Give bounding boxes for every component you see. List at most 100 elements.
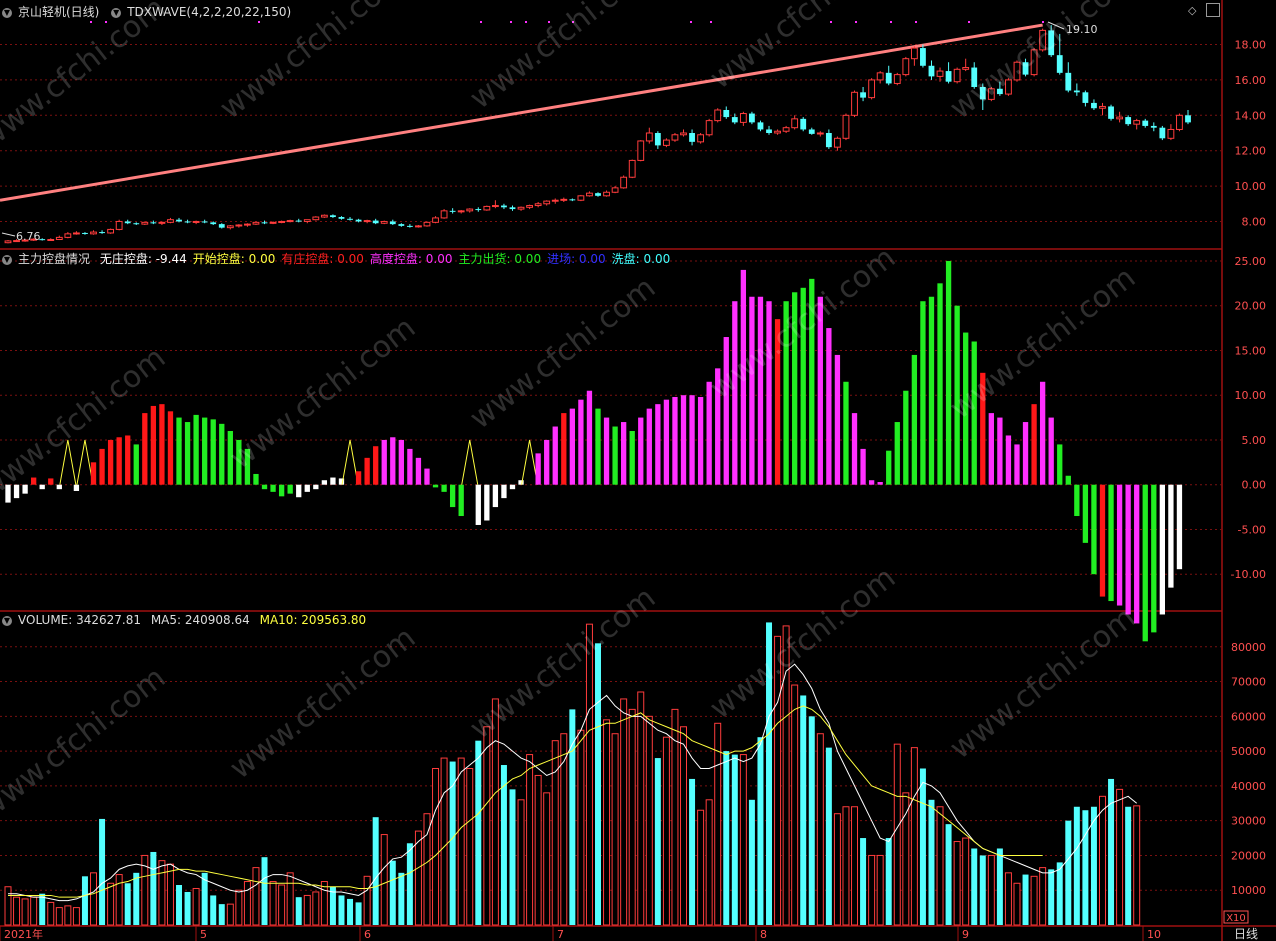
zl-bar bbox=[544, 439, 550, 485]
collapse-icon[interactable]: ▼ bbox=[2, 254, 12, 265]
candle-up bbox=[1099, 105, 1106, 109]
candle-up bbox=[842, 114, 850, 139]
volume-bar-down bbox=[347, 898, 354, 925]
volume-bar-up bbox=[517, 799, 525, 926]
zl-tick: 15.00 bbox=[1235, 344, 1267, 357]
candle-down bbox=[1185, 115, 1191, 123]
volume-bar-up bbox=[47, 901, 55, 926]
zl-bar bbox=[535, 453, 541, 485]
volume-bar-up bbox=[303, 894, 311, 926]
candle-down bbox=[1108, 106, 1114, 119]
zl-bar bbox=[458, 484, 464, 517]
collapse-icon[interactable]: ▼ bbox=[111, 7, 122, 18]
volume-bar-up bbox=[603, 719, 611, 926]
volume-bar-up bbox=[1099, 795, 1106, 926]
volume-bar-up bbox=[252, 867, 260, 926]
candle-down bbox=[218, 224, 225, 228]
signal-marker bbox=[710, 21, 712, 23]
zl-bar bbox=[1108, 484, 1114, 602]
volume-bar-up bbox=[380, 834, 388, 926]
zl-panel-header: ▼ 主力控盘情况 无庄控盘: -9.44 开始控盘: 0.00 有庄控盘: 0.00 高… bbox=[2, 250, 682, 268]
candle-up bbox=[415, 225, 422, 228]
zl-bar bbox=[133, 444, 139, 485]
zl-bar bbox=[176, 417, 182, 485]
volume-bar-down bbox=[389, 860, 396, 925]
vol-tick: 60000 bbox=[1231, 710, 1266, 723]
zl-bar bbox=[1091, 484, 1097, 575]
zl-bar bbox=[988, 413, 994, 485]
zl-bar bbox=[261, 484, 268, 490]
volume-bar-down bbox=[919, 768, 926, 925]
zl-legend-item: 无庄控盘: -9.44 bbox=[99, 252, 187, 266]
zl-bar bbox=[449, 484, 456, 508]
zl-bar bbox=[501, 484, 507, 499]
signal-marker bbox=[968, 21, 970, 23]
volume-bar-down bbox=[808, 716, 815, 925]
candle-down bbox=[766, 129, 772, 133]
zl-bar bbox=[1057, 444, 1063, 485]
date-label: 2021年 bbox=[4, 927, 43, 941]
zl-bar bbox=[22, 484, 28, 494]
candle-up bbox=[226, 225, 234, 229]
volume-bar-down bbox=[654, 758, 661, 925]
zl-bar bbox=[586, 390, 593, 485]
price-tick: 12.00 bbox=[1235, 145, 1267, 158]
candle-up bbox=[252, 221, 260, 225]
collapse-icon[interactable]: ▼ bbox=[2, 615, 12, 626]
candle-up bbox=[158, 221, 166, 224]
candle-up bbox=[705, 120, 713, 136]
zl-bar bbox=[518, 480, 524, 485]
volume-bar-down bbox=[355, 902, 362, 925]
date-label: 9 bbox=[962, 928, 969, 941]
zl-bar bbox=[1159, 484, 1165, 615]
candle-up bbox=[577, 195, 585, 201]
zl-bar bbox=[1176, 484, 1183, 570]
zl-bar bbox=[706, 381, 712, 485]
candle-up bbox=[611, 187, 619, 193]
candle-up bbox=[774, 130, 781, 134]
zl-bar bbox=[56, 484, 62, 490]
diamond-icon[interactable]: ◇ bbox=[1188, 4, 1196, 17]
window-icon[interactable] bbox=[1206, 3, 1220, 17]
volume-bar-up bbox=[286, 872, 294, 926]
candle-up bbox=[278, 220, 286, 223]
zl-bar bbox=[638, 417, 644, 485]
zl-bar bbox=[475, 484, 481, 525]
volume-bar-up bbox=[791, 684, 799, 926]
volume-bar-down bbox=[338, 895, 345, 925]
candle-up bbox=[560, 198, 568, 201]
zl-bar bbox=[834, 354, 841, 485]
price-tick: 8.00 bbox=[1242, 215, 1267, 228]
candle-down bbox=[150, 222, 157, 224]
zl-bar bbox=[1125, 484, 1131, 615]
candle-down bbox=[1125, 117, 1132, 125]
volume-bar-up bbox=[953, 841, 961, 926]
volume-bar-down bbox=[39, 893, 46, 925]
candle-up bbox=[432, 217, 439, 223]
collapse-icon[interactable]: ▼ bbox=[2, 7, 12, 18]
candle-up bbox=[543, 200, 551, 205]
candle-up bbox=[64, 233, 72, 238]
signal-marker bbox=[480, 21, 482, 23]
candle-down bbox=[1065, 72, 1072, 91]
candle-up bbox=[167, 219, 174, 223]
zl-bar bbox=[313, 484, 319, 490]
zl-bar bbox=[390, 437, 396, 485]
volume-bar-up bbox=[312, 891, 320, 926]
volume-bar-down bbox=[979, 855, 986, 925]
zl-bar bbox=[1005, 435, 1012, 485]
volume-bar-up bbox=[714, 722, 722, 926]
candle-up bbox=[637, 140, 645, 161]
volume-bar-down bbox=[475, 740, 482, 925]
price-tick: 14.00 bbox=[1235, 109, 1267, 122]
candle-down bbox=[295, 220, 302, 222]
candle-up bbox=[483, 205, 491, 211]
zl-bar bbox=[826, 328, 832, 485]
zl-bar bbox=[621, 422, 627, 485]
candle-up bbox=[680, 132, 687, 136]
signal-marker bbox=[690, 21, 692, 23]
chart-canvas[interactable]: 18.0016.0014.0012.0010.008.0019.106.7625… bbox=[0, 0, 1276, 941]
zl-bar bbox=[492, 484, 499, 508]
zl-bar bbox=[1116, 484, 1123, 606]
zl-bar bbox=[663, 399, 670, 485]
